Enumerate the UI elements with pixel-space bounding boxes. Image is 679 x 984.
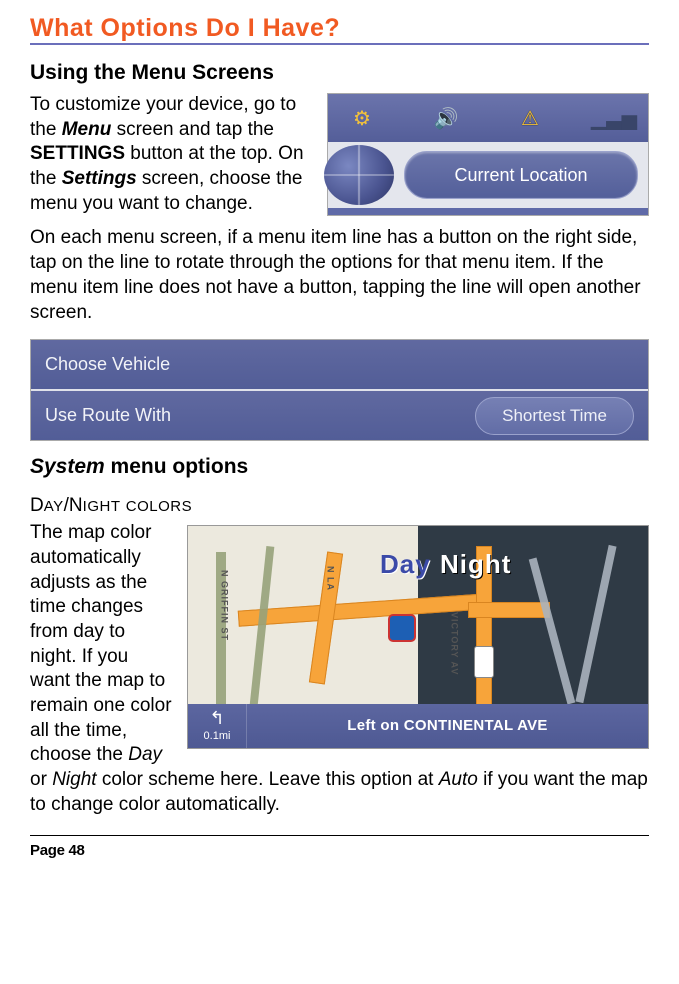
settings-rows-screenshot: Choose Vehicle Use Route With Shortest T… [30, 339, 649, 441]
paragraph-day-night: N GRIFFIN ST N LA VICTORY AV Day Night ↰… [30, 521, 649, 817]
settings-row-label: Choose Vehicle [45, 354, 170, 375]
shortest-time-button[interactable]: Shortest Time [475, 397, 634, 435]
street-label: N LA [324, 566, 336, 591]
section-heading-system-menu: System menu options [30, 455, 649, 479]
settings-row-choose-vehicle[interactable]: Choose Vehicle [31, 340, 648, 391]
night-label: Night [440, 548, 511, 582]
nav-instruction-text: Left on CONTINENTAL AVE [247, 716, 648, 736]
bars-icon: ▁▃▅ [602, 106, 626, 130]
street-label: N GRIFFIN ST [218, 570, 230, 641]
day-label: Day [380, 548, 431, 582]
turn-left-icon: ↰ [209, 709, 224, 727]
warning-icon: ⚠ [518, 106, 542, 130]
sound-icon: 🔊 [434, 106, 458, 130]
section-heading-using-menu: Using the Menu Screens [30, 61, 649, 85]
gear-icon: ⚙ [350, 106, 374, 130]
map-screenshot: N GRIFFIN ST N LA VICTORY AV Day Night ↰… [187, 525, 649, 749]
street-label: VICTORY AV [448, 612, 460, 675]
page-title: What Options Do I Have? [30, 14, 649, 43]
settings-toolbar-screenshot: ⚙ 🔊 ⚠ ▁▃▅ Current Location [327, 93, 649, 216]
interstate-shield-icon [388, 614, 416, 642]
settings-row-use-route[interactable]: Use Route With Shortest Time [31, 391, 648, 440]
settings-row-label: Use Route With [45, 405, 171, 426]
nav-distance: 0.1mi [204, 729, 231, 743]
vehicle-icon [474, 646, 494, 678]
current-location-button[interactable]: Current Location [404, 151, 638, 199]
page-number: Page 48 [30, 842, 649, 859]
globe-icon [324, 145, 394, 205]
paragraph-menu-behavior: On each menu screen, if a menu item line… [30, 226, 649, 325]
paragraph-intro: To customize your device, go to the Menu… [30, 93, 315, 216]
subheading-day-night-colors: DAY/NIGHT COLORS [30, 495, 649, 517]
nav-instruction-bar: ↰ 0.1mi Left on CONTINENTAL AVE [188, 704, 648, 748]
